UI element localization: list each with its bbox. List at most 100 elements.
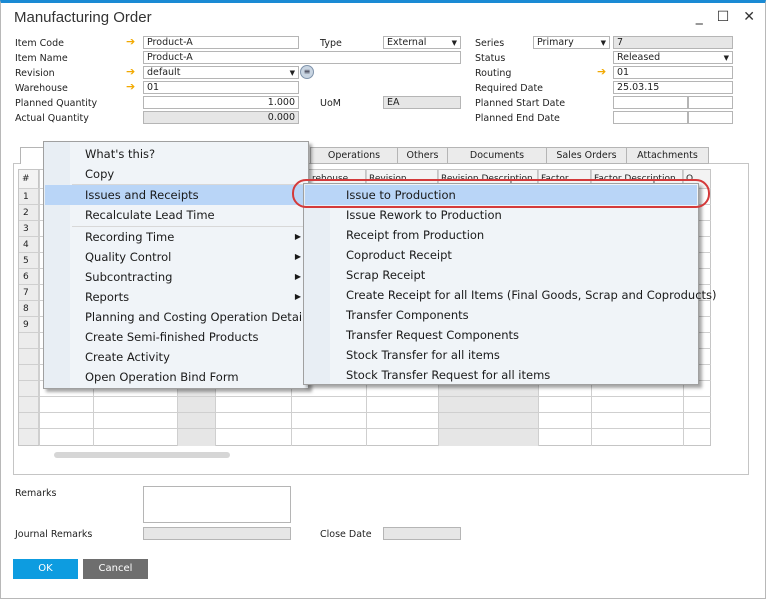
menu-separator — [72, 226, 306, 227]
minimize-button[interactable]: _ — [696, 9, 703, 25]
menu-item-recording-time[interactable]: Recording Time ▶ — [45, 227, 307, 247]
menu-item-create-activity[interactable]: Create Activity — [45, 347, 307, 367]
menu-item-reports[interactable]: Reports ▶ — [45, 287, 307, 307]
menu-item-label: Open Operation Bind Form — [85, 370, 239, 384]
item-name-field[interactable]: Product-A — [143, 51, 461, 64]
submenu-item-scrap-receipt[interactable]: Scrap Receipt — [305, 265, 697, 285]
submenu-item-stock-transfer-request-for-all-items[interactable]: Stock Transfer Request for all items — [305, 365, 697, 385]
remarks-textarea[interactable] — [143, 486, 291, 523]
submenu-item-transfer-request-components[interactable]: Transfer Request Components — [305, 325, 697, 345]
document-number-field: 7 — [613, 36, 733, 49]
menu-item-issues-and-receipts[interactable]: Issues and Receipts — [45, 185, 307, 205]
planned-end-time-field[interactable] — [688, 111, 733, 124]
menu-item-recalculate-lead-time[interactable]: Recalculate Lead Time — [45, 205, 307, 225]
planned-start-date-label: Planned Start Date — [475, 98, 566, 109]
menu-item-label: Reports — [85, 290, 130, 304]
horizontal-scrollbar[interactable] — [54, 452, 230, 458]
item-code-field[interactable]: Product-A — [143, 36, 299, 49]
cancel-button[interactable]: Cancel — [83, 559, 148, 579]
routing-field[interactable]: 01 — [613, 66, 733, 79]
submenu-item-label: Coproduct Receipt — [346, 248, 452, 262]
row-number[interactable] — [19, 333, 39, 349]
menu-item-copy[interactable]: Copy — [45, 164, 307, 184]
row-number[interactable] — [19, 365, 39, 381]
menu-item-what-s-this[interactable]: What's this? — [45, 144, 307, 164]
menu-item-quality-control[interactable]: Quality Control ▶ — [45, 247, 307, 267]
actual-quantity-field: 0.000 — [143, 111, 299, 124]
submenu-item-label: Stock Transfer for all items — [346, 348, 500, 362]
tab-sales-orders[interactable]: Sales Orders — [547, 147, 627, 164]
menu-item-subcontracting[interactable]: Subcontracting ▶ — [45, 267, 307, 287]
planned-quantity-field[interactable]: 1.000 — [143, 96, 299, 109]
row-number[interactable] — [19, 429, 39, 445]
row-number[interactable]: 1 — [19, 189, 39, 205]
submenu-item-coproduct-receipt[interactable]: Coproduct Receipt — [305, 245, 697, 265]
column-header-number[interactable]: # — [19, 170, 39, 188]
row-number[interactable]: 2 — [19, 205, 39, 221]
row-number[interactable]: 8 — [19, 301, 39, 317]
link-arrow-icon[interactable]: ➔ — [126, 80, 135, 93]
status-dropdown[interactable]: Released — [613, 51, 733, 64]
row-number[interactable] — [19, 413, 39, 429]
submenu-item-issue-rework-to-production[interactable]: Issue Rework to Production — [305, 205, 697, 225]
type-label: Type — [320, 38, 342, 49]
row-number[interactable]: 4 — [19, 237, 39, 253]
remarks-label: Remarks — [15, 488, 57, 499]
routing-label: Routing — [475, 68, 512, 79]
menu-item-create-semi-finished-products[interactable]: Create Semi-finished Products — [45, 327, 307, 347]
item-name-label: Item Name — [15, 53, 68, 64]
row-number[interactable] — [19, 397, 39, 413]
type-dropdown[interactable]: External — [383, 36, 461, 49]
submenu-item-label: Stock Transfer Request for all items — [346, 368, 551, 382]
link-arrow-icon[interactable]: ➔ — [126, 35, 135, 48]
list-icon[interactable]: ≡ — [300, 65, 314, 79]
planned-start-time-field[interactable] — [688, 96, 733, 109]
annotation-highlight-oval — [292, 179, 710, 208]
row-number[interactable]: 3 — [19, 221, 39, 237]
menu-item-label: Subcontracting — [85, 270, 173, 284]
submenu-item-create-receipt-for-all-items-final-goods-scrap-and-coproducts[interactable]: Create Receipt for all Items (Final Good… — [305, 285, 717, 305]
link-arrow-icon[interactable]: ➔ — [597, 65, 606, 78]
menu-item-label: Create Semi-finished Products — [85, 330, 259, 344]
row-number[interactable] — [19, 349, 39, 365]
planned-end-date-label: Planned End Date — [475, 113, 560, 124]
required-date-label: Required Date — [475, 83, 544, 94]
menu-item-planning-and-costing-operation-details[interactable]: Planning and Costing Operation Details — [45, 307, 311, 327]
maximize-button[interactable]: ☐ — [717, 9, 730, 25]
ok-button[interactable]: OK — [13, 559, 78, 579]
planned-end-date-field[interactable] — [613, 111, 688, 124]
grid-row-divider — [19, 412, 711, 413]
revision-dropdown[interactable]: default — [143, 66, 299, 79]
tab-documents[interactable]: Documents — [448, 147, 547, 164]
tab-attachments[interactable]: Attachments — [627, 147, 709, 164]
menu-item-label: Planning and Costing Operation Details — [85, 310, 312, 324]
close-date-label: Close Date — [320, 529, 372, 540]
row-number[interactable]: 5 — [19, 253, 39, 269]
uom-field: EA — [383, 96, 461, 109]
grid-row-divider — [19, 428, 711, 429]
menu-item-label: Quality Control — [85, 250, 172, 264]
row-number[interactable]: 7 — [19, 285, 39, 301]
warehouse-field[interactable]: 01 — [143, 81, 299, 94]
tab-others[interactable]: Others — [398, 147, 448, 164]
row-number[interactable] — [19, 381, 39, 397]
submenu-item-label: Scrap Receipt — [346, 268, 426, 282]
required-date-field[interactable]: 25.03.15 — [613, 81, 733, 94]
link-arrow-icon[interactable]: ➔ — [126, 65, 135, 78]
submenu-item-transfer-components[interactable]: Transfer Components — [305, 305, 697, 325]
submenu-item-label: Transfer Request Components — [346, 328, 520, 342]
menu-item-label: What's this? — [85, 147, 156, 161]
tab-operations[interactable]: Operations — [310, 147, 398, 164]
planned-start-date-field[interactable] — [613, 96, 688, 109]
close-button[interactable]: ✕ — [743, 9, 755, 25]
menu-item-open-operation-bind-form[interactable]: Open Operation Bind Form — [45, 367, 307, 387]
submenu-item-receipt-from-production[interactable]: Receipt from Production — [305, 225, 697, 245]
row-number[interactable]: 6 — [19, 269, 39, 285]
row-number[interactable]: 9 — [19, 317, 39, 333]
submenu-item-stock-transfer-for-all-items[interactable]: Stock Transfer for all items — [305, 345, 697, 365]
submenu-item-label: Create Receipt for all Items (Final Good… — [346, 288, 717, 302]
tab-components[interactable] — [20, 147, 45, 164]
menu-item-label: Create Activity — [85, 350, 170, 364]
warehouse-label: Warehouse — [15, 83, 68, 94]
series-dropdown[interactable]: Primary — [533, 36, 610, 49]
